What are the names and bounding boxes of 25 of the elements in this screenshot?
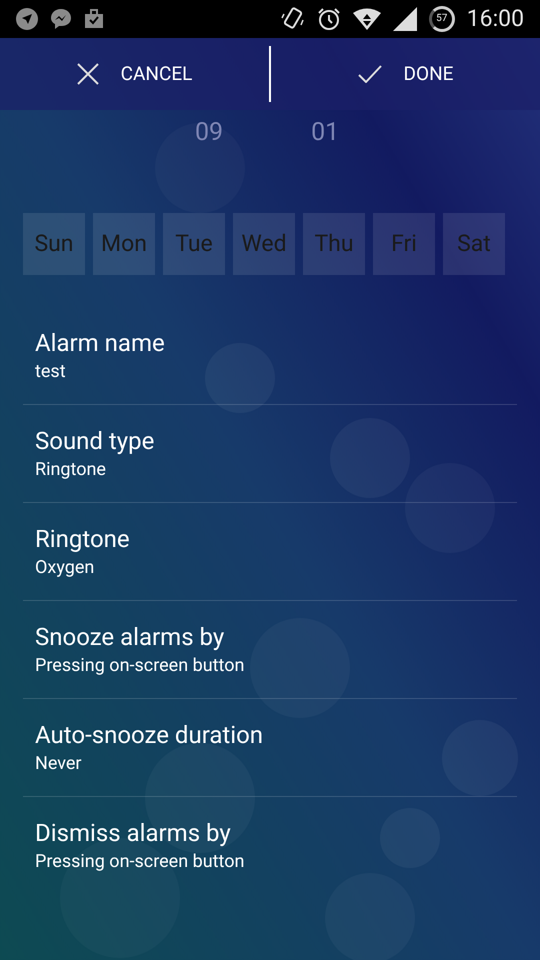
setting-value: Pressing on-screen button (35, 850, 246, 874)
setting-title[interactable]: Snooze alarms by (35, 620, 517, 652)
hour-value[interactable]: 09 (195, 110, 224, 156)
setting-title[interactable]: Sound type (35, 424, 517, 456)
battery-indicator: 57 (428, 6, 455, 32)
briefcase-check-icon (84, 9, 104, 29)
setting-title[interactable]: Alarm name (35, 326, 517, 358)
minute-value[interactable]: 01 (311, 110, 340, 156)
done-button[interactable]: DONE (271, 38, 540, 110)
cancel-button[interactable]: CANCEL (0, 38, 269, 110)
setting-value: Ringtone (35, 458, 107, 482)
clock-time: 16:00 (466, 4, 524, 34)
alarm-clock-icon (316, 7, 341, 31)
checkmark-icon (358, 65, 382, 83)
setting-value: Pressing on-screen button (35, 654, 246, 678)
chat-bubble-icon (50, 8, 72, 30)
setting-value: Oxygen (35, 556, 96, 580)
setting-value: test (35, 360, 67, 384)
close-icon (76, 63, 99, 85)
setting-value: Never (35, 752, 83, 776)
signal-icon (392, 7, 417, 31)
setting-title[interactable]: Ringtone (35, 522, 517, 554)
wifi-icon (352, 8, 381, 30)
setting-title[interactable]: Dismiss alarms by (35, 817, 517, 849)
setting-title[interactable]: Auto-snooze duration (35, 718, 517, 750)
